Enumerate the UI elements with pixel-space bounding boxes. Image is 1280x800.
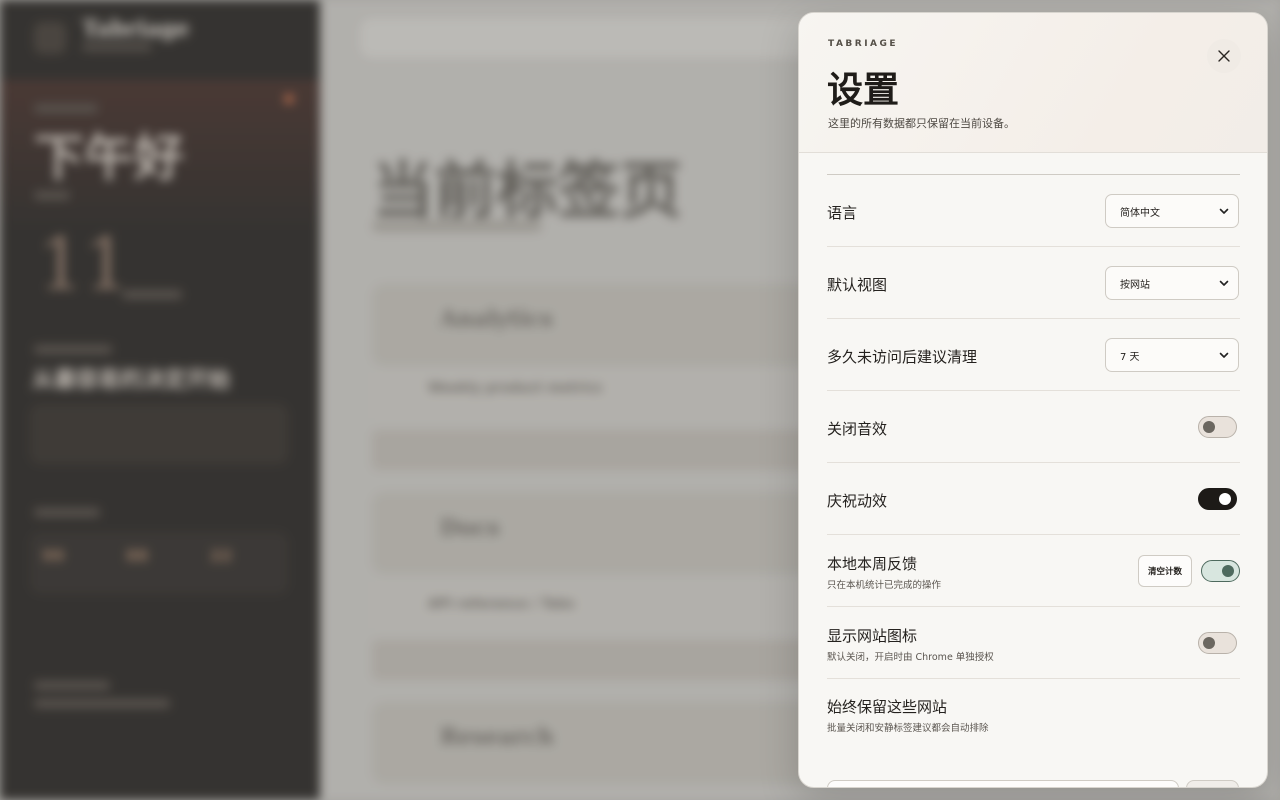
setting-label: 默认视图 xyxy=(827,276,888,294)
setting-label: 本地本周反馈 xyxy=(827,555,918,573)
setting-label: 关闭音效 xyxy=(827,420,888,438)
settings-list[interactable]: 语言 简体中文 默认视图 按网站 多久未访问后建议清理 7 天 关闭音效 庆祝动… xyxy=(827,174,1240,787)
toggle-knob xyxy=(1203,637,1215,649)
language-select[interactable]: 简体中文 xyxy=(1105,194,1239,228)
setting-row-favicons: 显示网站图标 默认关闭，开启时由 Chrome 单独授权 xyxy=(827,607,1240,679)
setting-description: 默认关闭，开启时由 Chrome 单独授权 xyxy=(827,652,994,663)
setting-row-mute-sounds: 关闭音效 xyxy=(827,391,1240,463)
mute-sounds-toggle[interactable] xyxy=(1198,416,1237,438)
setting-label: 多久未访问后建议清理 xyxy=(827,348,978,366)
setting-label: 显示网站图标 xyxy=(827,627,918,645)
setting-row-weekly-feedback: 本地本周反馈 只在本机统计已完成的操作 清空计数 xyxy=(827,535,1240,607)
add-site-button[interactable]: 添加 xyxy=(1186,780,1239,787)
toggle-knob xyxy=(1219,493,1231,505)
chevron-down-icon xyxy=(1219,352,1229,358)
clear-count-button[interactable]: 清空计数 xyxy=(1138,555,1192,587)
weekly-feedback-toggle[interactable] xyxy=(1201,560,1240,582)
favicons-toggle[interactable] xyxy=(1198,632,1237,654)
setting-description: 只在本机统计已完成的操作 xyxy=(827,580,942,591)
chevron-down-icon xyxy=(1219,280,1229,286)
setting-label: 庆祝动效 xyxy=(827,492,888,510)
setting-label: 语言 xyxy=(827,204,858,222)
cleanup-after-select[interactable]: 7 天 xyxy=(1105,338,1239,372)
keep-site-input[interactable] xyxy=(827,780,1179,787)
setting-row-default-view: 默认视图 按网站 xyxy=(827,247,1240,319)
settings-brand: TABRIAGE xyxy=(828,39,899,49)
setting-row-cleanup: 多久未访问后建议清理 7 天 xyxy=(827,319,1240,391)
keep-sites-description: 批量关闭和安静标签建议都会自动排除 xyxy=(827,723,989,734)
setting-row-language: 语言 简体中文 xyxy=(827,175,1240,247)
settings-title: 设置 xyxy=(827,69,900,111)
celebration-toggle[interactable] xyxy=(1198,488,1237,510)
keep-sites-label: 始终保留这些网站 xyxy=(827,698,948,716)
chevron-down-icon xyxy=(1219,208,1229,214)
default-view-select[interactable]: 按网站 xyxy=(1105,266,1239,300)
close-button[interactable] xyxy=(1207,39,1241,73)
settings-header: TABRIAGE 设置 这里的所有数据都只保留在当前设备。 xyxy=(799,13,1267,153)
settings-panel: TABRIAGE 设置 这里的所有数据都只保留在当前设备。 语言 简体中文 默认… xyxy=(798,12,1268,788)
toggle-knob xyxy=(1222,565,1234,577)
settings-subtitle: 这里的所有数据都只保留在当前设备。 xyxy=(828,117,1015,130)
setting-row-celebration: 庆祝动效 xyxy=(827,463,1240,535)
close-icon xyxy=(1218,50,1230,62)
toggle-knob xyxy=(1203,421,1215,433)
